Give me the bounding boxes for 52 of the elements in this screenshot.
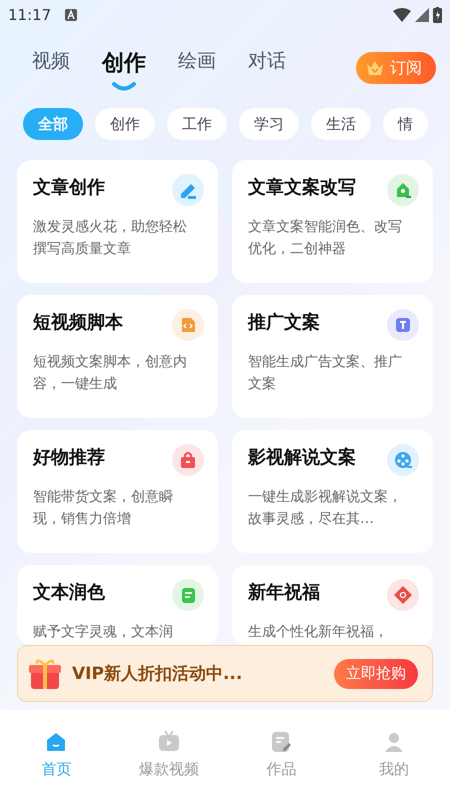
category-chip[interactable]: 生活 [311,108,371,140]
tool-icon [387,579,419,611]
tool-card[interactable]: 文本润色 赋予文字灵魂，文本润 [17,565,218,645]
battery-icon [433,7,442,23]
card-title: 新年祝福 [248,581,320,604]
tv-icon [156,730,181,754]
card-title: 文本润色 [33,581,105,604]
card-title: 影视解说文案 [248,446,356,469]
tool-card[interactable]: 文章创作 激发灵感火花，助您轻松撰写高质量文章 [17,160,218,283]
top-tab[interactable]: 创作 [102,48,146,88]
tool-card[interactable]: 新年祝福 生成个性化新年祝福， [232,565,433,645]
document-icon [269,730,294,754]
category-chip[interactable]: 情 [383,108,428,140]
card-description: 赋予文字灵魂，文本润 [33,623,174,642]
card-description: 智能带货文案，创意瞬现，销售力倍增 [33,488,174,529]
tool-icon [172,444,204,476]
wifi-icon [393,8,411,22]
tool-icon [387,444,419,476]
card-title: 好物推荐 [33,446,105,469]
tool-icon [387,309,419,341]
tool-card[interactable]: 推广文案 智能生成广告文案、推广文案 [232,295,433,418]
tool-icon [172,174,204,206]
tool-icon [387,174,419,206]
category-chip[interactable]: 工作 [167,108,227,140]
top-tab[interactable]: 对话 [248,48,286,88]
notification-icon [65,9,78,21]
top-tab[interactable]: 视频 [32,48,70,88]
tool-card[interactable]: 好物推荐 智能带货文案，创意瞬现，销售力倍增 [17,430,218,553]
tool-card[interactable]: 短视频脚本 短视频文案脚本，创意内容，一键生成 [17,295,218,418]
card-description: 文章文案智能润色、改写优化，二创神器 [248,218,403,259]
category-chip[interactable]: 创作 [95,108,155,140]
tab-indicator-icon [111,81,137,91]
card-title: 文章创作 [33,176,105,199]
card-description: 短视频文案脚本，创意内容，一键生成 [33,353,188,394]
gift-icon [28,656,62,690]
tool-icon [172,309,204,341]
card-title: 推广文案 [248,311,320,334]
tool-card[interactable]: 影视解说文案 一键生成影视解说文案，故事灵感，尽在其… [232,430,433,553]
promo-text: VIP新人折扣活动中... [72,663,242,685]
category-chip[interactable]: 学习 [239,108,299,140]
card-title: 文章文案改写 [248,176,356,199]
card-description: 一键生成影视解说文案，故事灵感，尽在其… [248,488,403,529]
signal-icon [415,8,429,22]
card-description: 智能生成广告文案、推广文案 [248,353,403,394]
status-time: 11:17 [8,6,52,24]
top-tab[interactable]: 绘画 [178,48,216,88]
card-description: 生成个性化新年祝福， [248,623,389,642]
card-description: 激发灵感火花，助您轻松撰写高质量文章 [33,218,188,259]
tool-icon [172,579,204,611]
crown-icon [366,60,384,76]
tool-card[interactable]: 文章文案改写 文章文案智能润色、改写优化，二创神器 [232,160,433,283]
card-title: 短视频脚本 [33,311,123,334]
